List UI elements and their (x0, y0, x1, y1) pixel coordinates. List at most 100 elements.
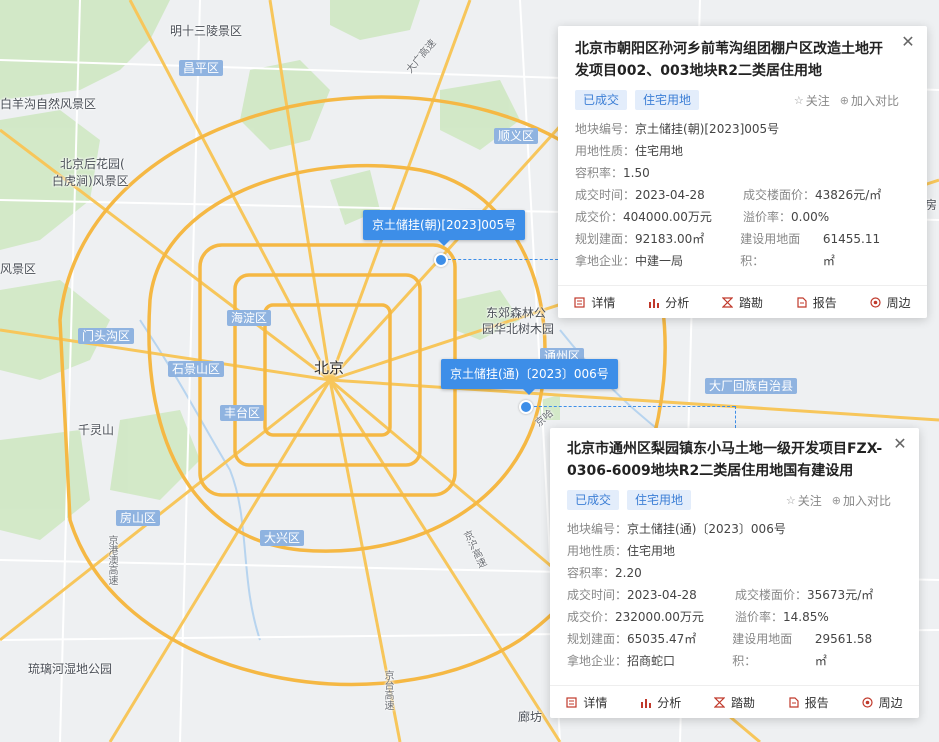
hourglass-icon (713, 696, 725, 708)
map-label-mentougou: 门头沟区 (78, 328, 135, 344)
deal-date: 2023-04-28 (627, 588, 697, 602)
field-label: 成交时间： (575, 188, 636, 202)
field-label: 用地性质： (567, 544, 628, 558)
bar-chart-icon (648, 297, 660, 308)
field-label: 地块编号： (567, 522, 628, 536)
map-label-daxing: 大兴区 (260, 530, 305, 546)
land-card-tongzhou: ✕ 北京市通州区梨园镇东小马土地一级开发项目FZX-0306-6009地块R2二… (550, 428, 919, 718)
card-title: 北京市通州区梨园镇东小马土地一级开发项目FZX-0306-6009地块R2二类居… (567, 441, 883, 479)
survey-button[interactable]: 踏勘 (721, 294, 763, 311)
survey-button[interactable]: 踏勘 (713, 694, 755, 711)
document-icon (574, 296, 585, 308)
map-label-fengtai: 丰台区 (220, 405, 265, 421)
field-label: 拿地企业： (567, 654, 628, 668)
analysis-button[interactable]: 分析 (648, 294, 689, 311)
plus-circle-icon: ⊕ (831, 493, 841, 507)
premium-rate: 0.00% (791, 210, 830, 224)
follow-button[interactable]: ☆ 关注 (786, 492, 822, 509)
close-icon[interactable]: ✕ (901, 34, 915, 50)
pin-connector-chaoyang (448, 259, 558, 260)
pin-connector-tongzhou (534, 406, 735, 407)
map-label-liulihe: 琉璃河湿地公园 (28, 662, 113, 676)
nearby-button[interactable]: 周边 (869, 294, 911, 311)
follow-button[interactable]: ☆ 关注 (794, 92, 830, 109)
parcel-id: 京土储挂(通)〔2023〕006号 (627, 522, 786, 536)
map-label-dongjiao: 东郊森林公 (486, 306, 547, 320)
deal-price: 232000.00万元 (615, 610, 704, 624)
card-title: 北京市朝阳区孙河乡前苇沟组团棚户区改造土地开发项目002、003地块R2二类居住… (575, 41, 883, 79)
buyer: 招商蛇口 (627, 654, 676, 668)
field-label: 容积率： (575, 166, 624, 180)
map-label-fengjingqu: 风景区 (0, 262, 37, 276)
land-use: 住宅用地 (627, 544, 676, 558)
field-label: 用地性质： (575, 144, 636, 158)
map-label-beijing: 北京 (314, 359, 345, 377)
star-icon: ☆ (785, 493, 796, 507)
detail-button[interactable]: 详情 (574, 294, 615, 311)
field-label: 成交楼面价： (735, 588, 808, 602)
add-compare-button[interactable]: ⊕ 加入对比 (832, 492, 891, 509)
close-icon[interactable]: ✕ (893, 436, 907, 452)
field-label: 规划建面： (575, 232, 636, 246)
pin-connector-tongzhou-v (735, 406, 736, 428)
planned-area: 92183.00㎡ (635, 232, 705, 246)
field-label: 建设用地面积： (732, 632, 793, 668)
site-area: 61455.11㎡ (822, 232, 881, 268)
floor-price: 35673元/㎡ (807, 588, 874, 602)
deal-price: 404000.00万元 (623, 210, 712, 224)
map-label-yangfang: 白羊沟自然风景区 (0, 97, 97, 111)
map-label-qianlingshan: 千灵山 (78, 423, 115, 437)
star-icon: ☆ (793, 93, 804, 107)
hourglass-icon (721, 296, 733, 308)
map-label-changping: 昌平区 (179, 60, 224, 76)
map-label-houhuayuan: 北京后花园( (60, 157, 125, 171)
planned-area: 65035.47㎡ (627, 632, 697, 646)
field-label: 建设用地面积： (740, 232, 801, 268)
site-area: 29561.58㎡ (814, 632, 873, 668)
map-label-jingtai: 京台高速 (382, 670, 393, 710)
report-icon (796, 296, 807, 308)
land-card-chaoyang: ✕ 北京市朝阳区孙河乡前苇沟组团棚户区改造土地开发项目002、003地块R2二类… (558, 26, 927, 318)
land-use: 住宅用地 (635, 144, 684, 158)
status-badge: 已成交 (575, 90, 628, 110)
map-label-langfang: 廊坊 (518, 710, 543, 724)
plot-ratio: 2.20 (615, 566, 642, 580)
buyer: 中建一局 (635, 254, 684, 268)
status-badge: 已成交 (567, 490, 620, 510)
report-button[interactable]: 报告 (796, 294, 837, 311)
field-label: 规划建面： (567, 632, 628, 646)
bar-chart-icon (640, 697, 652, 708)
field-label: 成交楼面价： (743, 188, 816, 202)
map-pin-tongzhou[interactable] (519, 400, 533, 414)
add-compare-button[interactable]: ⊕ 加入对比 (840, 92, 899, 109)
plot-ratio: 1.50 (623, 166, 650, 180)
type-badge: 住宅用地 (635, 90, 700, 110)
map-pin-chaoyang[interactable] (434, 253, 448, 267)
map-label-ming-tombs: 明十三陵景区 (170, 24, 243, 38)
map-pin-label-tongzhou[interactable]: 京土储挂(通)〔2023〕006号 (441, 359, 618, 395)
deal-date: 2023-04-28 (635, 188, 705, 202)
floor-price: 43826元/㎡ (815, 188, 882, 202)
document-icon (566, 696, 577, 708)
map-label-fangshan: 房山区 (116, 510, 161, 526)
report-button[interactable]: 报告 (788, 694, 829, 711)
premium-rate: 14.85% (783, 610, 829, 624)
field-label: 成交时间： (567, 588, 628, 602)
type-badge: 住宅用地 (627, 490, 692, 510)
field-label: 溢价率： (735, 610, 784, 624)
map-label-jinggang: 京港澳高速 (106, 535, 117, 585)
analysis-button[interactable]: 分析 (640, 694, 681, 711)
target-icon (869, 296, 881, 308)
map-label-baihuxian: 白虎涧)风景区 (52, 174, 129, 188)
nearby-button[interactable]: 周边 (861, 694, 903, 711)
map-label-shijingshan: 石景山区 (168, 361, 225, 377)
parcel-id: 京土储挂(朝)[2023]005号 (635, 122, 780, 136)
map-label-haidian: 海淀区 (227, 310, 272, 326)
field-label: 溢价率： (743, 210, 792, 224)
map-label-yuanhuabei: 园华北树木园 (482, 322, 555, 336)
detail-button[interactable]: 详情 (566, 694, 607, 711)
map-pin-label-chaoyang[interactable]: 京土储挂(朝)[2023]005号 (363, 210, 526, 246)
field-label: 地块编号： (575, 122, 636, 136)
report-icon (788, 696, 799, 708)
target-icon (861, 696, 873, 708)
